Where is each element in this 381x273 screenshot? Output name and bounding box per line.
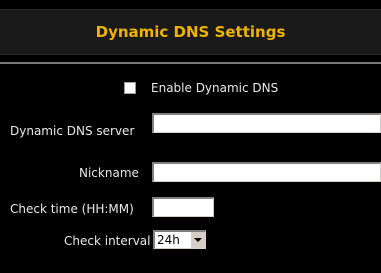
nickname-input[interactable] xyxy=(152,162,381,182)
check-interval-label: Check interval xyxy=(64,234,151,248)
header-bar: Dynamic DNS Settings xyxy=(0,9,381,55)
check-time-label: Check time (HH:MM) xyxy=(10,202,134,216)
page-title: Dynamic DNS Settings xyxy=(95,23,286,41)
dynamic-dns-server-input[interactable] xyxy=(152,113,381,133)
enable-dynamic-dns-checkbox[interactable] xyxy=(124,82,136,94)
check-interval-value: 24h xyxy=(157,233,180,247)
divider xyxy=(0,62,381,64)
dynamic-dns-server-label: Dynamic DNS server xyxy=(10,124,135,138)
check-interval-select[interactable]: 24h xyxy=(153,230,206,249)
dropdown-button[interactable] xyxy=(190,232,205,248)
enable-dynamic-dns-label: Enable Dynamic DNS xyxy=(151,81,279,95)
chevron-down-icon xyxy=(194,238,202,242)
nickname-label: Nickname xyxy=(79,166,139,180)
check-time-input[interactable] xyxy=(152,197,214,217)
